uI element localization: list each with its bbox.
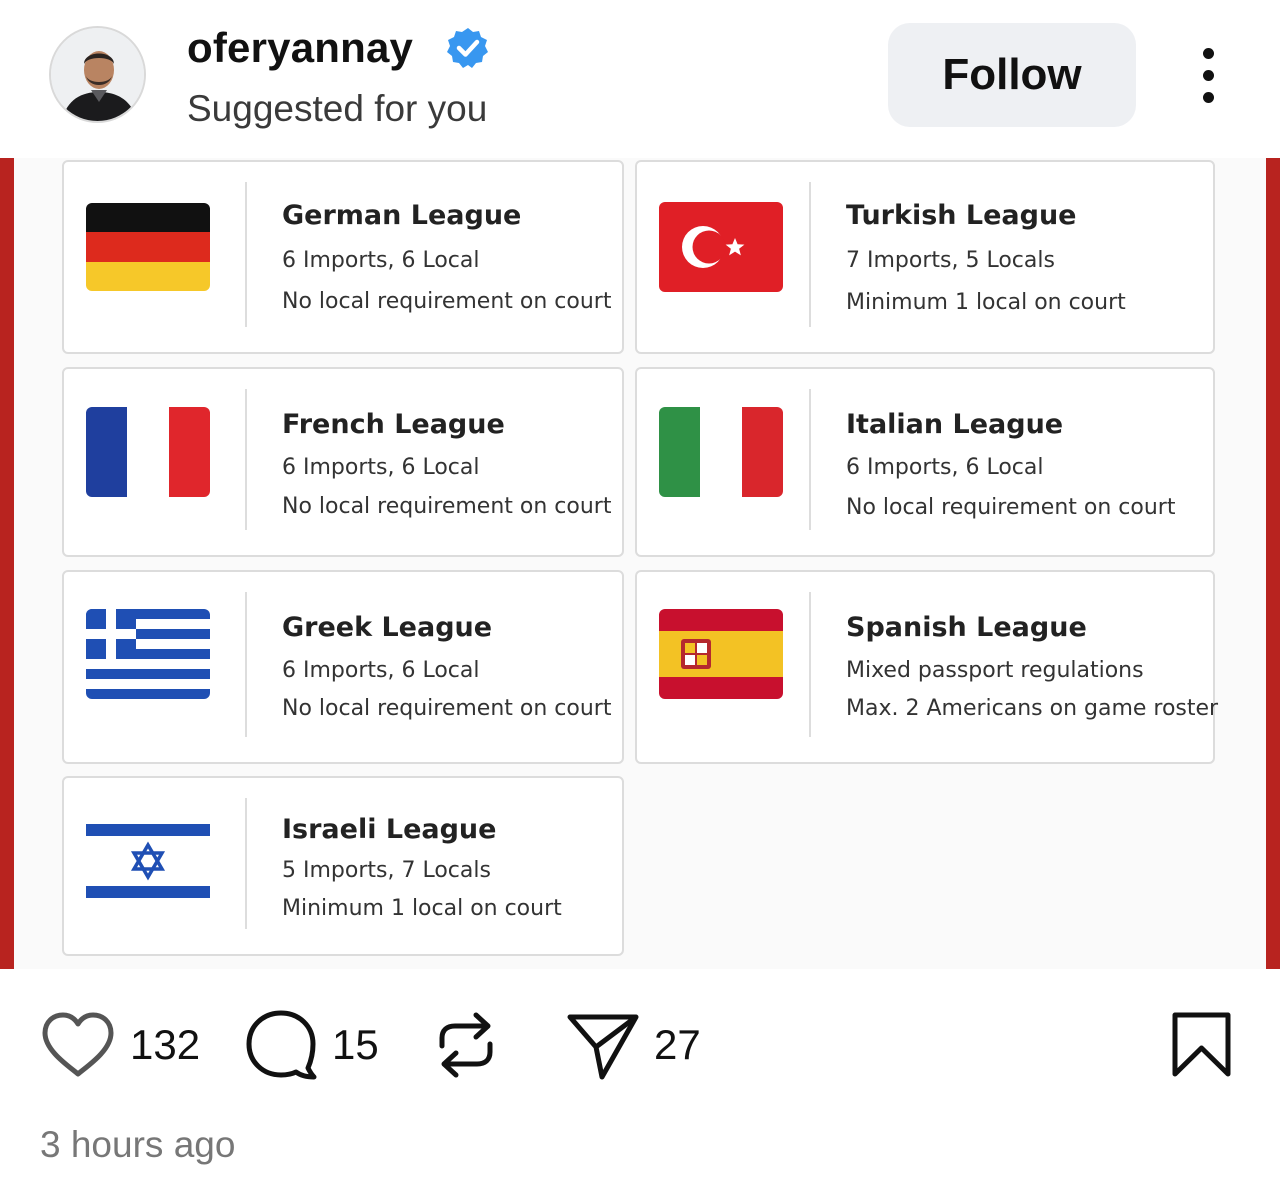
suggested-label: Suggested for you	[187, 88, 488, 129]
bookmark-icon	[1172, 1012, 1231, 1077]
france-flag-icon	[86, 407, 210, 497]
league-imports: 6 Imports, 6 Local	[282, 455, 480, 480]
league-rule: No local requirement on court	[282, 696, 612, 721]
league-name: Italian League	[846, 409, 1064, 440]
repost-button[interactable]	[432, 1000, 500, 1090]
card-divider	[245, 592, 247, 737]
league-name: German League	[282, 200, 522, 231]
league-imports: 5 Imports, 7 Locals	[282, 858, 491, 883]
league-imports: 6 Imports, 6 Local	[282, 248, 480, 273]
like-count: 132	[130, 1021, 201, 1068]
more-options-icon[interactable]	[1183, 40, 1233, 110]
image-red-border-right	[1266, 158, 1280, 969]
spain-flag-icon	[659, 609, 783, 699]
card-divider	[809, 592, 811, 737]
league-rule: Minimum 1 local on court	[282, 896, 562, 921]
greece-flag-icon	[86, 609, 210, 699]
comment-count: 15	[332, 1021, 379, 1068]
heart-icon	[42, 1012, 114, 1077]
image-red-border-left	[0, 158, 14, 969]
post-image[interactable]: German League 6 Imports, 6 Local No loca…	[0, 158, 1280, 969]
league-rule: No local requirement on court	[282, 494, 612, 519]
league-card-israel: Israeli League 5 Imports, 7 Locals Minim…	[62, 776, 624, 956]
avatar[interactable]	[49, 26, 146, 123]
card-divider	[245, 182, 247, 327]
league-imports: 7 Imports, 5 Locals	[846, 248, 1055, 273]
league-name: Greek League	[282, 612, 493, 643]
league-imports: Mixed passport regulations	[846, 658, 1144, 683]
send-icon	[567, 1014, 639, 1080]
league-name: French League	[282, 409, 505, 440]
league-name: Spanish League	[846, 612, 1087, 643]
share-count: 27	[654, 1021, 701, 1068]
league-card-turkey: Turkish League 7 Imports, 5 Locals Minim…	[635, 160, 1215, 354]
league-imports: 6 Imports, 6 Local	[282, 658, 480, 683]
league-rule: Minimum 1 local on court	[846, 290, 1126, 315]
post-header: oferyannay Suggested for you Follow	[0, 0, 1280, 158]
post-action-bar: 132 15 27	[0, 990, 1280, 1100]
comment-bubble-icon	[246, 1010, 317, 1080]
follow-button[interactable]: Follow	[888, 23, 1136, 127]
save-button[interactable]	[1170, 1000, 1234, 1090]
league-rule: Max. 2 Americans on game roster	[846, 696, 1219, 721]
comment-button[interactable]: 15	[244, 1000, 379, 1090]
league-rule: No local requirement on court	[846, 495, 1176, 520]
turkey-flag-icon	[659, 202, 783, 292]
league-card-france: French League 6 Imports, 6 Local No loca…	[62, 367, 624, 557]
league-card-italy: Italian League 6 Imports, 6 Local No loc…	[635, 367, 1215, 557]
league-card-greece: Greek League 6 Imports, 6 Local No local…	[62, 570, 624, 764]
league-name: Turkish League	[846, 200, 1077, 231]
league-rule: No local requirement on court	[282, 289, 612, 314]
card-divider	[245, 389, 247, 530]
italy-flag-icon	[659, 407, 783, 497]
verified-badge-icon	[447, 28, 488, 68]
league-name: Israeli League	[282, 814, 497, 845]
card-divider	[245, 798, 247, 929]
post-timestamp: 3 hours ago	[40, 1124, 236, 1165]
share-button[interactable]: 27	[566, 1000, 701, 1090]
card-divider	[809, 389, 811, 530]
league-card-germany: German League 6 Imports, 6 Local No loca…	[62, 160, 624, 354]
israel-flag-icon	[86, 816, 210, 906]
like-button[interactable]: 132	[40, 1000, 200, 1090]
username[interactable]: oferyannay	[187, 24, 413, 72]
repost-icon	[439, 1012, 493, 1078]
league-imports: 6 Imports, 6 Local	[846, 455, 1044, 480]
avatar-portrait	[51, 28, 144, 121]
germany-flag-icon	[86, 203, 210, 291]
card-divider	[809, 182, 811, 327]
league-card-spain: Spanish League Mixed passport regulation…	[635, 570, 1219, 764]
